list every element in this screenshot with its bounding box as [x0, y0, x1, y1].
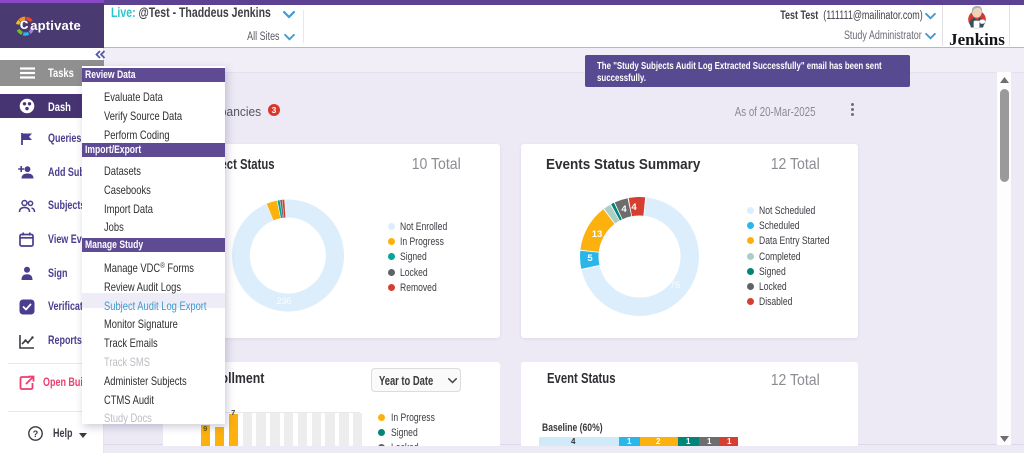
svg-text:4: 4 — [631, 202, 637, 213]
svg-text:13: 13 — [592, 229, 603, 240]
svg-text:5: 5 — [587, 253, 593, 264]
svg-text:75: 75 — [670, 280, 681, 291]
svg-text:4: 4 — [621, 204, 627, 215]
svg-text:236: 236 — [276, 296, 291, 306]
svg-text:?: ? — [33, 429, 39, 439]
